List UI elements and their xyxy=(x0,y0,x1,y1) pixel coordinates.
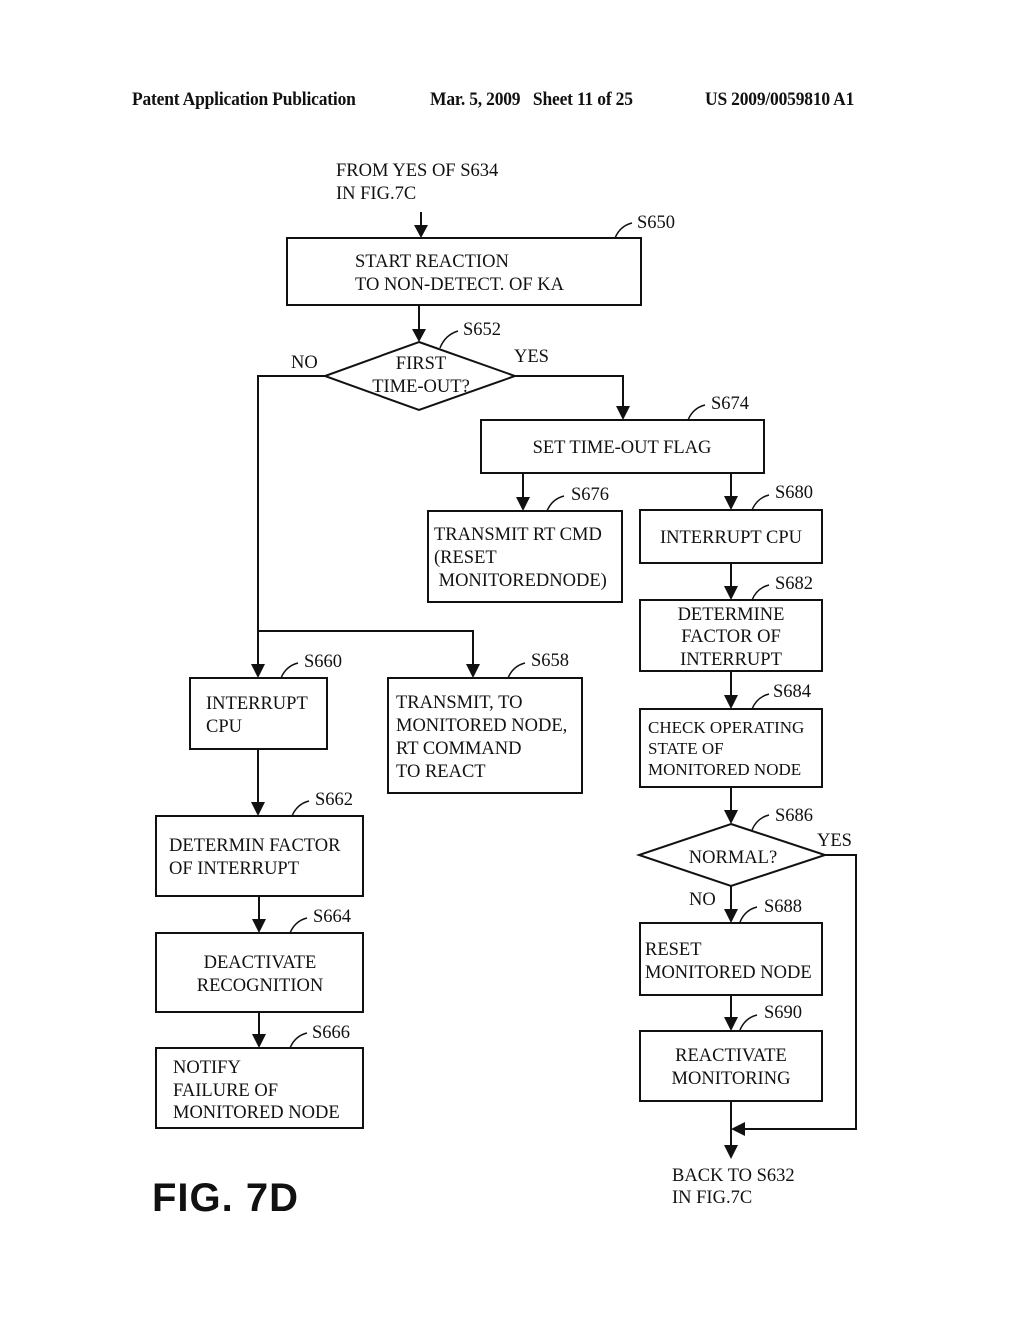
leader-line xyxy=(687,404,706,421)
decision-text: TIME-OUT? xyxy=(372,377,470,397)
step-text: MONITORED NODE xyxy=(645,963,812,983)
step-text: NOTIFY xyxy=(173,1058,241,1078)
step-id-label: S686 xyxy=(775,806,813,826)
step-text: DEACTIVATE xyxy=(204,953,317,973)
leader-line xyxy=(291,800,310,817)
step-text: CPU xyxy=(206,717,242,737)
step-text: DETERMINE xyxy=(678,605,785,625)
step-text: STATE OF xyxy=(648,739,724,758)
step-text: TRANSMIT, TO xyxy=(396,693,522,713)
leader-line xyxy=(280,662,299,679)
arrowhead xyxy=(724,1017,738,1031)
arrowhead xyxy=(251,664,265,678)
step-text: INTERRUPT CPU xyxy=(660,528,802,548)
step-s658: TRANSMIT, TO MONITORED NODE, RT COMMAND … xyxy=(387,651,583,794)
step-text: MONITORED NODE xyxy=(648,760,801,779)
step-id-label: S690 xyxy=(764,1003,802,1023)
step-id-label: S662 xyxy=(315,790,353,810)
flowchart: FROM YES OF S634 IN FIG.7C START REACTIO… xyxy=(155,161,857,1208)
step-text: MONITORING xyxy=(672,1069,791,1089)
arrowhead xyxy=(252,919,266,933)
leader-line xyxy=(507,662,526,679)
leader-line xyxy=(751,814,770,831)
arrowhead xyxy=(731,1122,745,1136)
step-text: DETERMIN FACTOR xyxy=(169,836,341,856)
step-text: MONITORED NODE, xyxy=(396,716,567,736)
leader-line xyxy=(614,222,633,239)
step-id-label: S676 xyxy=(571,485,609,505)
leader-line xyxy=(289,917,308,934)
exit-text-line-2: IN FIG.7C xyxy=(672,1188,752,1208)
arrowhead xyxy=(516,497,530,511)
figure-label: FIG. 7D xyxy=(152,1176,300,1220)
step-text: TRANSMIT RT CMD xyxy=(434,525,602,545)
step-s650: START REACTION TO NON-DETECT. OF KA S650 xyxy=(286,213,675,306)
step-id-label: S674 xyxy=(711,394,749,414)
step-id-label: S680 xyxy=(775,483,813,503)
arrowhead xyxy=(251,802,265,816)
decision-diamond xyxy=(322,340,518,412)
step-id-label: S684 xyxy=(773,682,811,702)
arrowhead xyxy=(252,1034,266,1048)
step-text: CHECK OPERATING xyxy=(648,718,804,737)
arrowhead xyxy=(724,909,738,923)
step-text: FACTOR OF xyxy=(681,627,781,647)
step-text: TO NON-DETECT. OF KA xyxy=(355,275,565,295)
arrowhead xyxy=(724,586,738,600)
arrowhead xyxy=(724,1145,738,1159)
step-id-label: S688 xyxy=(764,897,802,917)
step-text: FAILURE OF xyxy=(173,1081,278,1101)
leader-line xyxy=(751,693,770,710)
leader-line xyxy=(439,330,459,349)
step-text: REACTIVATE xyxy=(675,1046,787,1066)
step-id-label: S650 xyxy=(637,213,675,233)
edge-s652-s674-yes xyxy=(515,375,624,418)
decision-s686: NORMAL? S686 YES NO xyxy=(635,806,852,910)
step-id-label: S658 xyxy=(531,651,569,671)
entry-text-line-1: FROM YES OF S634 xyxy=(336,161,498,181)
step-box xyxy=(155,815,364,897)
no-label: NO xyxy=(291,353,318,373)
step-text: RT COMMAND xyxy=(396,739,522,759)
step-text: MONITOREDNODE) xyxy=(434,571,607,591)
arrowhead xyxy=(414,225,428,238)
yes-label: YES xyxy=(514,347,549,367)
decision-text: NORMAL? xyxy=(689,848,777,868)
step-box xyxy=(639,1030,823,1102)
arrowhead xyxy=(412,329,426,342)
arrowhead xyxy=(724,695,738,709)
decision-text: FIRST xyxy=(396,354,446,374)
step-text: OF INTERRUPT xyxy=(169,859,299,879)
arrowhead xyxy=(724,810,738,824)
step-text: TO REACT xyxy=(396,762,486,782)
yes-label: YES xyxy=(817,831,852,851)
step-id-label: S682 xyxy=(775,574,813,594)
step-text: SET TIME-OUT FLAG xyxy=(533,438,712,458)
no-label: NO xyxy=(689,890,716,910)
step-text: RECOGNITION xyxy=(197,976,323,996)
step-text: INTERRUPT xyxy=(206,694,308,714)
step-id-label: S664 xyxy=(313,907,351,927)
arrowhead xyxy=(724,496,738,510)
arrowhead xyxy=(616,406,630,420)
step-text: START REACTION xyxy=(355,252,509,272)
step-text: MONITORED NODE xyxy=(173,1103,340,1123)
step-text: INTERRUPT xyxy=(680,650,782,670)
edge-s652-s658-no xyxy=(258,630,474,676)
leader-line xyxy=(739,906,758,923)
leader-line xyxy=(289,1032,308,1049)
step-id-label: S660 xyxy=(304,652,342,672)
step-text: (RESET xyxy=(434,548,497,568)
step-text: RESET xyxy=(645,940,702,960)
step-id-label: S666 xyxy=(312,1023,350,1043)
leader-line xyxy=(739,1014,758,1031)
step-id-label: S652 xyxy=(463,320,501,340)
leader-line xyxy=(751,494,770,511)
leader-line xyxy=(546,495,565,512)
arrowhead xyxy=(466,664,480,678)
entry-text-line-2: IN FIG.7C xyxy=(336,184,416,204)
exit-text-line-1: BACK TO S632 xyxy=(672,1166,795,1186)
leader-line xyxy=(751,584,770,601)
step-s660: INTERRUPT CPU S660 xyxy=(189,652,342,750)
